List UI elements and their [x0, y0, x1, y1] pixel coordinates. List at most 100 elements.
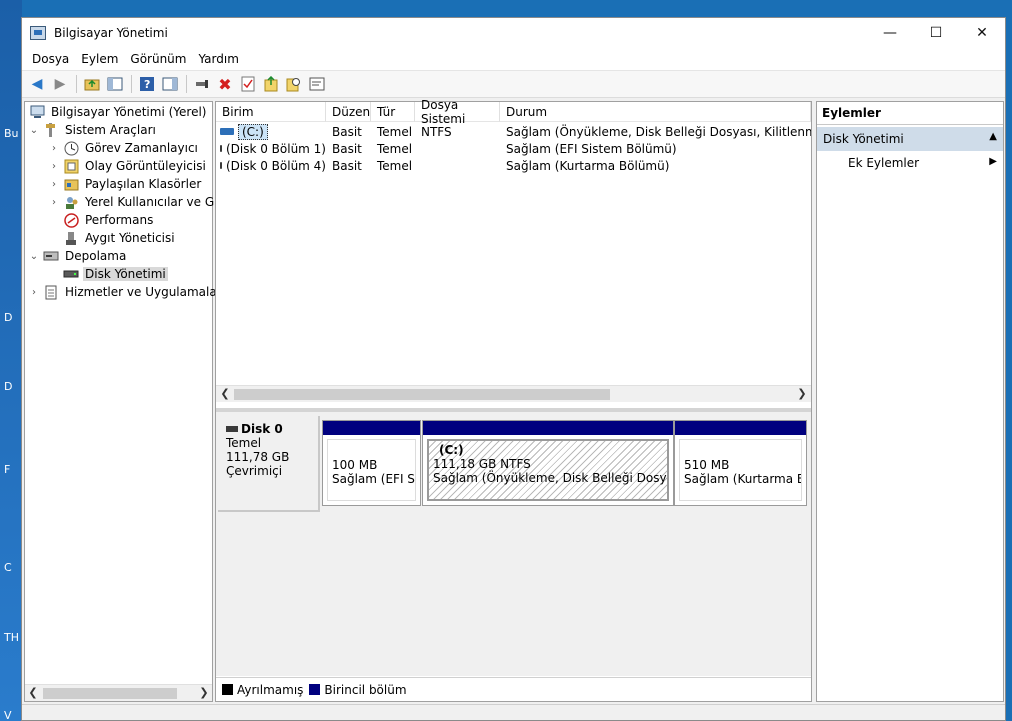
- scroll-left-icon[interactable]: ❮: [218, 387, 232, 400]
- disk-type: Temel: [226, 436, 262, 450]
- chevron-right-icon[interactable]: ›: [47, 179, 61, 190]
- menu-file[interactable]: Dosya: [26, 52, 75, 66]
- unallocated-swatch: [222, 684, 233, 695]
- up-folder-icon[interactable]: [81, 73, 103, 95]
- tree-item-device-manager[interactable]: Aygıt Yöneticisi: [47, 229, 177, 247]
- device-manager-icon: [63, 230, 79, 246]
- tree-item-event-viewer[interactable]: › Olay Görüntüleyicisi: [47, 157, 208, 175]
- maximize-button[interactable]: ☐: [913, 18, 959, 48]
- table-cell-volume: (C:): [238, 123, 268, 140]
- computer-management-icon: [29, 104, 45, 120]
- properties-check-icon[interactable]: [237, 73, 259, 95]
- menu-view[interactable]: Görünüm: [124, 52, 192, 66]
- desktop-icon-label[interactable]: C: [4, 561, 12, 574]
- volume-icon: [220, 162, 222, 169]
- window-title: Bilgisayar Yönetimi: [54, 26, 168, 40]
- column-header-type[interactable]: Tür: [371, 102, 415, 122]
- primary-partition-bar: [423, 421, 673, 435]
- tree-item-services[interactable]: › Hizmetler ve Uygulamalar: [27, 283, 224, 301]
- desktop-icon-label[interactable]: V: [4, 709, 12, 721]
- partition-legend: Ayrılmamış Birincil bölüm: [216, 677, 811, 701]
- svg-text:?: ?: [144, 78, 150, 91]
- partition-efi[interactable]: 100 MB Sağlam (EFI Sistem Bölümü): [322, 420, 421, 506]
- legend-unallocated: Ayrılmamış: [237, 682, 304, 697]
- menu-action[interactable]: Eylem: [75, 52, 124, 66]
- connect-icon[interactable]: [191, 73, 213, 95]
- scrollbar-thumb[interactable]: [234, 389, 610, 400]
- close-button[interactable]: ✕: [959, 18, 1005, 48]
- scrollbar-thumb[interactable]: [43, 688, 177, 699]
- desktop-icon-label[interactable]: D: [4, 311, 12, 324]
- scroll-left-icon[interactable]: ❮: [26, 686, 40, 699]
- table-cell-layout: Basit: [332, 124, 362, 139]
- chevron-down-icon[interactable]: ⌄: [27, 125, 41, 136]
- chevron-right-icon[interactable]: ›: [47, 197, 61, 208]
- show-hide-action-pane-icon[interactable]: [159, 73, 181, 95]
- table-cell-type: Temel: [377, 141, 413, 156]
- tree-item-task-scheduler[interactable]: › Görev Zamanlayıcı: [47, 139, 200, 157]
- title-bar[interactable]: Bilgisayar Yönetimi — ☐ ✕: [22, 18, 1005, 48]
- scroll-right-icon[interactable]: ❯: [795, 387, 809, 400]
- search-key-icon[interactable]: [283, 73, 305, 95]
- column-header-volume[interactable]: Birim: [216, 102, 326, 122]
- toolbar: ◀ ▶ ? ✖: [22, 70, 1005, 98]
- partition-size: 510 MB: [684, 458, 730, 472]
- actions-section-disk-management[interactable]: Disk Yönetimi ▲: [817, 127, 1003, 151]
- submenu-arrow-icon: ▶: [989, 156, 997, 167]
- collapse-up-icon[interactable]: ▲: [989, 131, 997, 142]
- tree-item-system-tools[interactable]: ⌄ Sistem Araçları: [27, 121, 158, 139]
- console-tree-pane: Bilgisayar Yönetimi (Yerel) ⌄ Sistem Ara…: [24, 101, 227, 702]
- tree-item-performance[interactable]: Performans: [47, 211, 155, 229]
- status-bar: [22, 704, 1005, 720]
- table-cell-volume: (Disk 0 Bölüm 4): [225, 158, 326, 173]
- shared-folder-icon: [63, 176, 79, 192]
- chevron-down-icon[interactable]: ⌄: [27, 251, 41, 262]
- delete-icon[interactable]: ✖: [214, 73, 236, 95]
- users-icon: [63, 194, 79, 210]
- system-tools-icon: [43, 122, 59, 138]
- more-actions-item[interactable]: Ek Eylemler ▶: [817, 151, 1003, 175]
- export-list-icon[interactable]: [260, 73, 282, 95]
- computer-management-window: Bilgisayar Yönetimi — ☐ ✕ Dosya Eylem Gö…: [21, 17, 1006, 721]
- table-cell-file-system: [415, 157, 500, 174]
- desktop-icon-label[interactable]: F: [4, 463, 10, 476]
- primary-partition-bar: [323, 421, 420, 435]
- column-header-layout[interactable]: Düzen: [326, 102, 371, 122]
- tree-item-root[interactable]: Bilgisayar Yönetimi (Yerel): [27, 103, 208, 121]
- partition-status: Sağlam (Önyükleme, Disk Belleği Dosyası,…: [433, 471, 667, 485]
- tree-item-local-users[interactable]: › Yerel Kullanıcılar ve Gru: [47, 193, 229, 211]
- help-icon[interactable]: ?: [136, 73, 158, 95]
- chevron-right-icon[interactable]: ›: [47, 143, 61, 154]
- tree-item-disk-management[interactable]: Disk Yönetimi: [47, 265, 168, 283]
- forward-arrow-icon[interactable]: ▶: [49, 73, 71, 95]
- back-arrow-icon[interactable]: ◀: [26, 73, 48, 95]
- partition-title: (C:): [439, 443, 464, 457]
- tree-item-shared-folders[interactable]: › Paylaşılan Klasörler: [47, 175, 203, 193]
- disk-drive-icon: [226, 426, 238, 432]
- partition-recovery[interactable]: 510 MB Sağlam (Kurtarma Bölümü): [674, 420, 807, 506]
- desktop-icon-label[interactable]: D: [4, 380, 12, 393]
- computer-management-icon: [30, 26, 46, 40]
- chevron-right-icon[interactable]: ›: [47, 161, 61, 172]
- table-cell-status: Sağlam (Önyükleme, Disk Belleği Dosyası,…: [506, 124, 811, 139]
- desktop-icon-label[interactable]: Bu: [4, 127, 19, 140]
- partition-c[interactable]: (C:) 111,18 GB NTFS Sağlam (Önyükleme, D…: [422, 420, 674, 506]
- scroll-right-icon[interactable]: ❯: [197, 686, 211, 699]
- volume-list-horizontal-scrollbar[interactable]: ❮ ❯: [216, 385, 811, 402]
- command-window-icon[interactable]: [306, 73, 328, 95]
- minimize-button[interactable]: —: [867, 18, 913, 48]
- column-header-status[interactable]: Durum: [500, 102, 811, 122]
- tree-horizontal-scrollbar[interactable]: ❮ ❯: [25, 684, 212, 701]
- tree-item-storage[interactable]: ⌄ Depolama: [27, 247, 128, 265]
- menu-help[interactable]: Yardım: [192, 52, 244, 66]
- services-icon: [43, 284, 59, 300]
- chevron-right-icon[interactable]: ›: [27, 287, 41, 298]
- disk-0-header[interactable]: Disk 0 Temel 111,78 GB Çevrimiçi: [218, 416, 320, 512]
- column-header-file-system[interactable]: Dosya Sistemi: [415, 98, 500, 126]
- show-hide-console-tree-icon[interactable]: [104, 73, 126, 95]
- disk-status: Çevrimiçi: [226, 464, 283, 478]
- desktop-icon-label[interactable]: TH: [4, 631, 19, 644]
- actions-pane: Eylemler Disk Yönetimi ▲ Ek Eylemler ▶: [816, 101, 1004, 702]
- toolbar-separator: [186, 75, 187, 93]
- performance-icon: [63, 212, 79, 228]
